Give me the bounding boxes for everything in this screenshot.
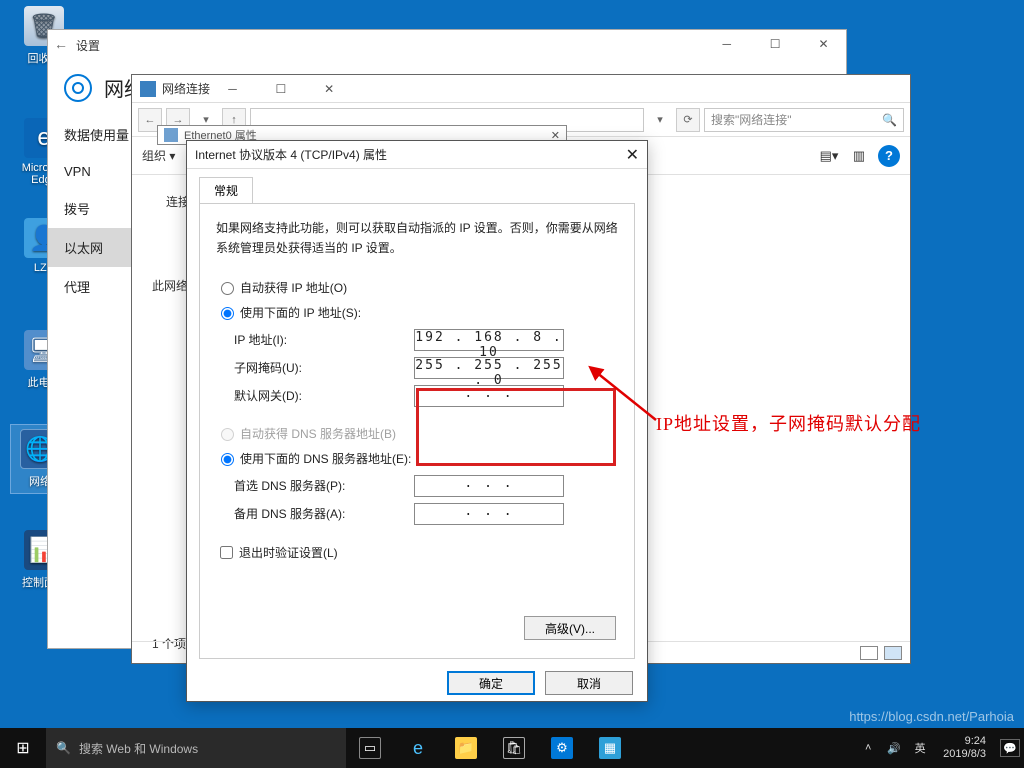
radio-auto-ip-label: 自动获得 IP 地址(O) (240, 279, 347, 296)
ip-group: 自动获得 IP 地址(O) 使用下面的 IP 地址(S): IP 地址(I): … (216, 279, 618, 407)
ip-address-input[interactable]: 192 . 168 . 8 . 10 (414, 329, 564, 351)
taskbar-store[interactable]: 🛍 (490, 728, 538, 768)
path-dropdown-icon[interactable]: ▾ (648, 108, 672, 132)
taskbar: ⊞ 🔍 搜索 Web 和 Windows ▭ e 📁 🛍 ⚙ ▦ ˄ 🔊 英 9… (0, 728, 1024, 768)
dns2-label: 备用 DNS 服务器(A): (234, 505, 414, 522)
minimize-button[interactable]: ─ (210, 75, 255, 103)
adapter-icon (164, 128, 178, 142)
maximize-button[interactable]: ☐ (753, 30, 798, 58)
ip-address-label: IP 地址(I): (234, 331, 414, 348)
radio-auto-ip-input[interactable] (221, 282, 234, 295)
search-icon: 🔍 (56, 741, 71, 755)
settings-title: 设置 (76, 37, 100, 54)
dialog-button-row: 确定 取消 (187, 671, 647, 707)
network-window-icon (140, 81, 156, 97)
tray-up-icon[interactable]: ˄ (859, 739, 877, 757)
radio-manual-ip-label: 使用下面的 IP 地址(S): (240, 304, 361, 321)
tab-general-body: 如果网络支持此功能，则可以获取自动指派的 IP 设置。否则，你需要从网络系统管理… (199, 203, 635, 659)
tray-ime-icon[interactable]: 英 (911, 739, 929, 757)
taskbar-explorer[interactable]: 📁 (442, 728, 490, 768)
ipv4-properties-dialog: Internet 协议版本 4 (TCP/IPv4) 属性 ✕ 常规 如果网络支… (186, 140, 648, 702)
gear-icon (64, 74, 92, 102)
view-details-icon[interactable] (860, 646, 878, 660)
dns2-input[interactable]: . . . (414, 503, 564, 525)
action-center-icon[interactable]: 💬 (1000, 739, 1020, 757)
system-tray: ˄ 🔊 英 9:24 2019/8/3 💬 (859, 728, 1024, 768)
tray-volume-icon[interactable]: 🔊 (885, 739, 903, 757)
preview-pane-icon[interactable]: ▥ (848, 145, 870, 167)
taskbar-clock[interactable]: 9:24 2019/8/3 (937, 735, 992, 761)
annotation-text: IP地址设置，子网掩码默认分配 (656, 410, 921, 436)
cmd-organize[interactable]: 组织 ▾ (142, 147, 175, 164)
radio-auto-dns-input (221, 428, 234, 441)
ipv4-titlebar[interactable]: Internet 协议版本 4 (TCP/IPv4) 属性 ✕ (187, 141, 647, 169)
label-this-net: 此网络 (152, 277, 188, 294)
search-box[interactable]: 搜索"网络连接" 🔍 (704, 108, 904, 132)
radio-manual-dns[interactable]: 使用下面的 DNS 服务器地址(E): (216, 450, 618, 467)
refresh-button[interactable]: ⟳ (676, 108, 700, 132)
taskbar-network-connections[interactable]: ▦ (586, 728, 634, 768)
clock-date: 2019/8/3 (943, 748, 986, 761)
gateway-input[interactable]: . . . (414, 385, 564, 407)
radio-manual-ip-input[interactable] (221, 307, 234, 320)
validate-label: 退出时验证设置(L) (239, 544, 338, 561)
radio-manual-dns-input[interactable] (221, 453, 234, 466)
close-button[interactable]: ✕ (801, 30, 846, 58)
radio-auto-ip[interactable]: 自动获得 IP 地址(O) (216, 279, 618, 296)
netconn-titlebar[interactable]: 网络连接 ─ ☐ ✕ (132, 75, 910, 103)
task-view-button[interactable]: ▭ (346, 728, 394, 768)
subnet-mask-label: 子网掩码(U): (234, 359, 414, 376)
validate-checkbox[interactable] (220, 546, 233, 559)
settings-titlebar[interactable]: ← 设置 ─ ☐ ✕ (48, 30, 846, 60)
tab-strip: 常规 (199, 177, 635, 203)
search-icon: 🔍 (882, 109, 897, 131)
maximize-button[interactable]: ☐ (258, 75, 303, 103)
tab-general[interactable]: 常规 (199, 177, 253, 203)
ok-button[interactable]: 确定 (447, 671, 535, 695)
help-icon[interactable]: ? (878, 145, 900, 167)
view-options-icon[interactable]: ▤▾ (818, 145, 840, 167)
minimize-button[interactable]: ─ (704, 30, 749, 58)
dns1-label: 首选 DNS 服务器(P): (234, 477, 414, 494)
radio-manual-dns-label: 使用下面的 DNS 服务器地址(E): (240, 450, 411, 467)
taskbar-search[interactable]: 🔍 搜索 Web 和 Windows (46, 728, 346, 768)
taskbar-search-placeholder: 搜索 Web 和 Windows (79, 740, 198, 757)
close-button[interactable]: ✕ (307, 75, 352, 103)
start-button[interactable]: ⊞ (0, 728, 46, 768)
dns1-input[interactable]: . . . (414, 475, 564, 497)
cancel-button[interactable]: 取消 (545, 671, 633, 695)
clock-time: 9:24 (943, 735, 986, 748)
gateway-label: 默认网关(D): (234, 387, 414, 404)
radio-manual-ip[interactable]: 使用下面的 IP 地址(S): (216, 304, 618, 321)
close-icon[interactable]: ✕ (626, 145, 639, 165)
subnet-mask-input[interactable]: 255 . 255 . 255 . 0 (414, 357, 564, 379)
taskbar-edge[interactable]: e (394, 728, 442, 768)
taskbar-settings[interactable]: ⚙ (538, 728, 586, 768)
validate-checkbox-row[interactable]: 退出时验证设置(L) (216, 543, 618, 562)
ipv4-title: Internet 协议版本 4 (TCP/IPv4) 属性 (195, 146, 387, 163)
back-icon[interactable]: ← (54, 36, 68, 52)
advanced-button[interactable]: 高级(V)... (524, 616, 616, 640)
watermark: https://blog.csdn.net/Parhoia (849, 709, 1014, 724)
radio-auto-dns-label: 自动获得 DNS 服务器地址(B) (240, 425, 396, 442)
search-placeholder: 搜索"网络连接" (711, 109, 792, 131)
dns-group: 自动获得 DNS 服务器地址(B) 使用下面的 DNS 服务器地址(E): 首选… (216, 425, 618, 525)
netconn-title: 网络连接 (162, 80, 210, 97)
radio-auto-dns: 自动获得 DNS 服务器地址(B) (216, 425, 618, 442)
view-large-icons-icon[interactable] (884, 646, 902, 660)
intro-text: 如果网络支持此功能，则可以获取自动指派的 IP 设置。否则，你需要从网络系统管理… (216, 218, 618, 259)
